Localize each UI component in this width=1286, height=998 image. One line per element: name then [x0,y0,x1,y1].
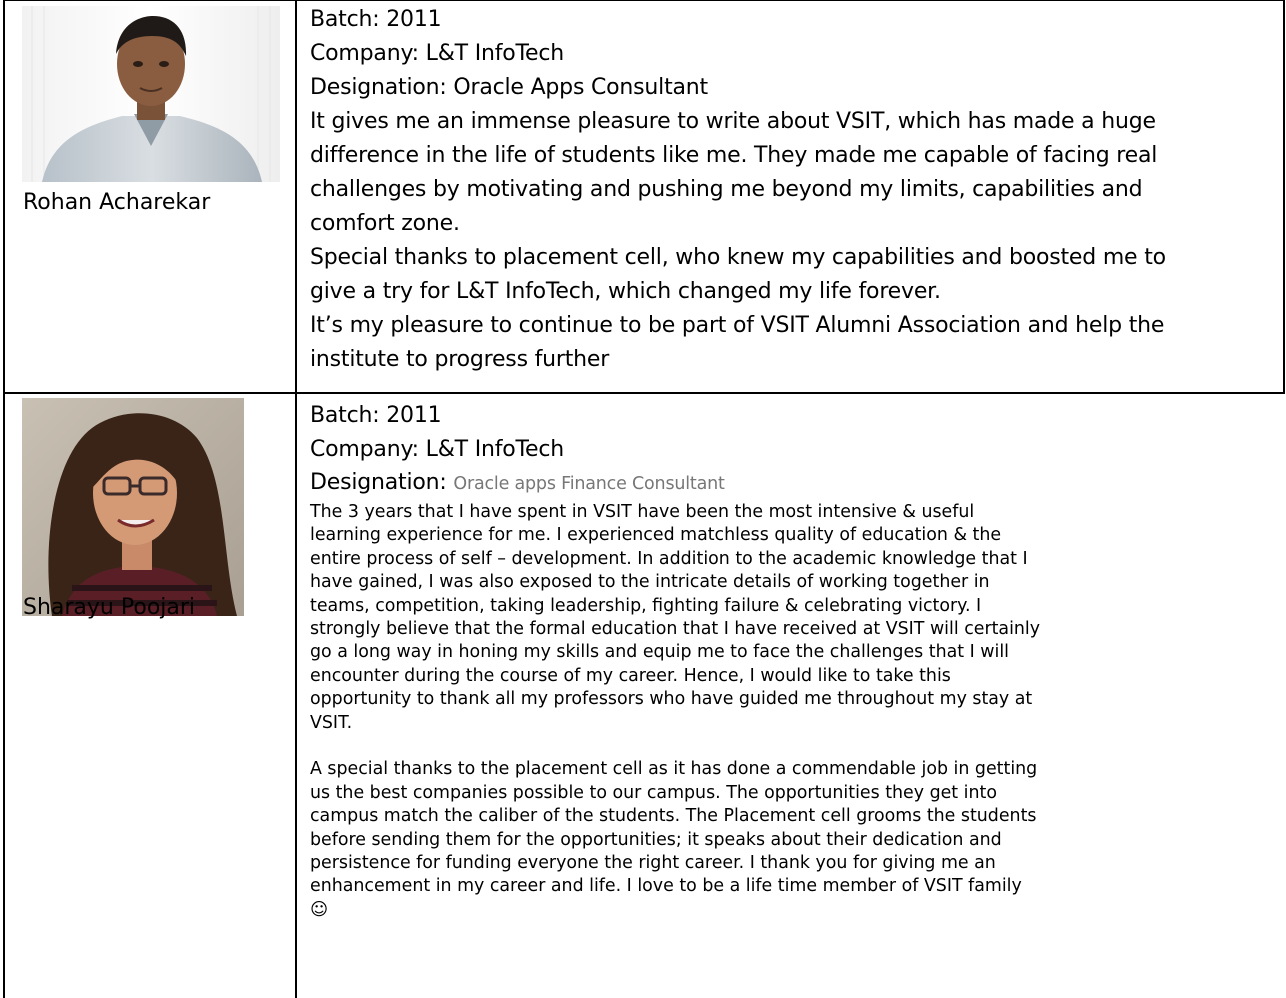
testimonial-line: It’s my pleasure to continue to be part … [310,313,1165,338]
company-line: Company: L&T InfoTech [310,41,565,66]
designation-line: Designation: Oracle Apps Consultant [310,75,708,100]
testimonial-sharayu: Batch: 2011 Company: L&T InfoTech Design… [310,399,1282,922]
table-left-border [3,0,5,998]
alumni-name: Rohan Acharekar [23,190,211,215]
testimonial-paragraph: The 3 years that I have spent in VSIT ha… [310,501,1282,922]
table-top-border [3,0,1285,1]
designation-line: Designation: Oracle apps Finance Consult… [310,467,1282,500]
testimonial-line: us the best companies possible to our ca… [310,782,997,803]
testimonial-line: campus match the caliber of the students… [310,806,1037,827]
batch-line: Batch: 2011 [310,403,442,428]
column-divider [295,0,297,998]
testimonial-line: go a long way in honing my skills and eq… [310,642,1009,663]
testimonial-line: encounter during the course of my career… [310,665,951,686]
photo-sharayu-poojari [22,398,244,616]
testimonial-line: It gives me an immense pleasure to write… [310,109,1156,134]
testimonial-line: challenges by motivating and pushing me … [310,177,1143,202]
table-right-border [1283,0,1285,393]
testimonial-line: difference in the life of students like … [310,143,1158,168]
testimonial-line: institute to progress further [310,347,610,372]
testimonial-line: have gained, I was also exposed to the i… [310,572,990,593]
testimonial-line: learning experience for me. I experience… [310,525,1002,546]
testimonial-line: teams, competition, taking leadership, f… [310,595,982,616]
designation-label: Designation: [310,470,454,495]
row-divider [3,392,1285,394]
testimonial-line: comfort zone. [310,211,460,236]
testimonial-rohan: Batch: 2011 Company: L&T InfoTech Design… [310,3,1282,377]
testimonial-line: Special thanks to placement cell, who kn… [310,245,1166,270]
testimonial-line: give a try for L&T InfoTech, which chang… [310,279,941,304]
testimonial-line: VSIT. [310,712,353,733]
testimonial-line: A special thanks to the placement cell a… [310,759,1038,780]
testimonial-line: entire process of self – development. In… [310,548,1028,569]
testimonial-line: enhancement in my career and life. I lov… [310,876,1022,897]
testimonial-line: strongly believe that the formal educati… [310,619,1041,640]
alumni-name: Sharayu Poojari [23,595,196,620]
company-line: Company: L&T InfoTech [310,437,565,462]
testimonial-line: persistence for funding everyone the rig… [310,853,996,874]
photo-rohan-acharekar [22,6,280,182]
batch-line: Batch: 2011 [310,7,442,32]
testimonial-line: opportunity to thank all my professors w… [310,689,1033,710]
testimonial-line: The 3 years that I have spent in VSIT ha… [310,502,975,522]
designation-value: Oracle apps Finance Consultant [453,474,725,494]
smiley-icon: ☺ [310,899,329,920]
testimonial-line: before sending them for the opportunitie… [310,829,1002,850]
